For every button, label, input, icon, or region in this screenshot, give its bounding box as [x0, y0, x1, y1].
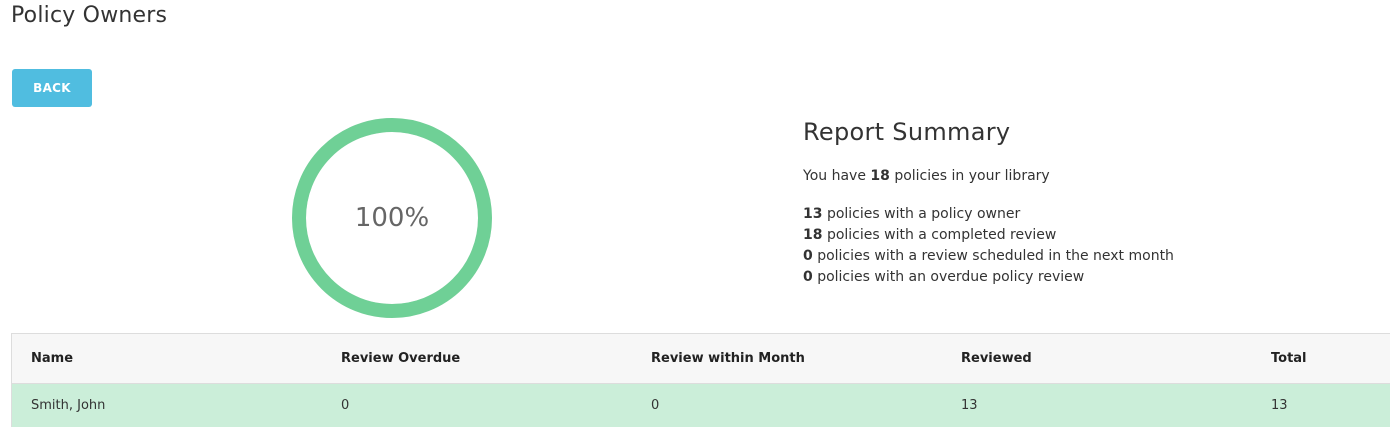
summary-stat-text: policies with a policy owner [826, 206, 1021, 222]
summary-stat-count: 0 [803, 248, 813, 264]
cell-reviewed: 13 [942, 383, 1252, 427]
table-row[interactable]: Smith, John 0 0 13 13 [11, 383, 1390, 427]
column-header-review-within-month[interactable]: Review within Month [632, 333, 942, 384]
summary-stat: 18 policies with a completed review [803, 225, 1363, 246]
summary-intro-suffix: policies in your library [894, 168, 1050, 184]
summary-stat: 0 policies with a review scheduled in th… [803, 246, 1363, 267]
column-header-reviewed[interactable]: Reviewed [942, 333, 1252, 384]
summary-stat-text: policies with a review scheduled in the … [817, 248, 1174, 264]
cell-review-overdue: 0 [322, 383, 632, 427]
page-title: Policy Owners [11, 3, 168, 28]
summary-intro-count: 18 [870, 168, 890, 184]
summary-stat: 13 policies with a policy owner [803, 204, 1363, 225]
summary-stat-count: 0 [803, 269, 813, 285]
gauge-percent-label: 100% [354, 203, 430, 233]
summary-stat-count: 13 [803, 206, 823, 222]
summary-stat: 0 policies with an overdue policy review [803, 267, 1363, 288]
column-header-review-overdue[interactable]: Review Overdue [322, 333, 632, 384]
cell-name: Smith, John [11, 383, 322, 427]
summary-stat-text: policies with an overdue policy review [817, 269, 1085, 285]
summary-stats-list: 13 policies with a policy owner 18 polic… [803, 204, 1363, 288]
summary-stat-text: policies with a completed review [826, 227, 1057, 243]
policy-owners-table: Name Review Overdue Review within Month … [11, 333, 1390, 427]
cell-review-within-month: 0 [632, 383, 942, 427]
summary-intro: You have 18 policies in your library [803, 168, 1363, 184]
summary-title: Report Summary [803, 118, 1011, 146]
column-header-name[interactable]: Name [11, 333, 322, 384]
report-summary: Report Summary You have 18 policies in y… [803, 118, 1363, 288]
column-header-total[interactable]: Total [1252, 333, 1390, 384]
table-header-row: Name Review Overdue Review within Month … [11, 333, 1390, 384]
back-button[interactable]: BACK [12, 69, 92, 107]
cell-total: 13 [1252, 383, 1390, 427]
summary-intro-prefix: You have [803, 168, 866, 184]
summary-stat-count: 18 [803, 227, 823, 243]
